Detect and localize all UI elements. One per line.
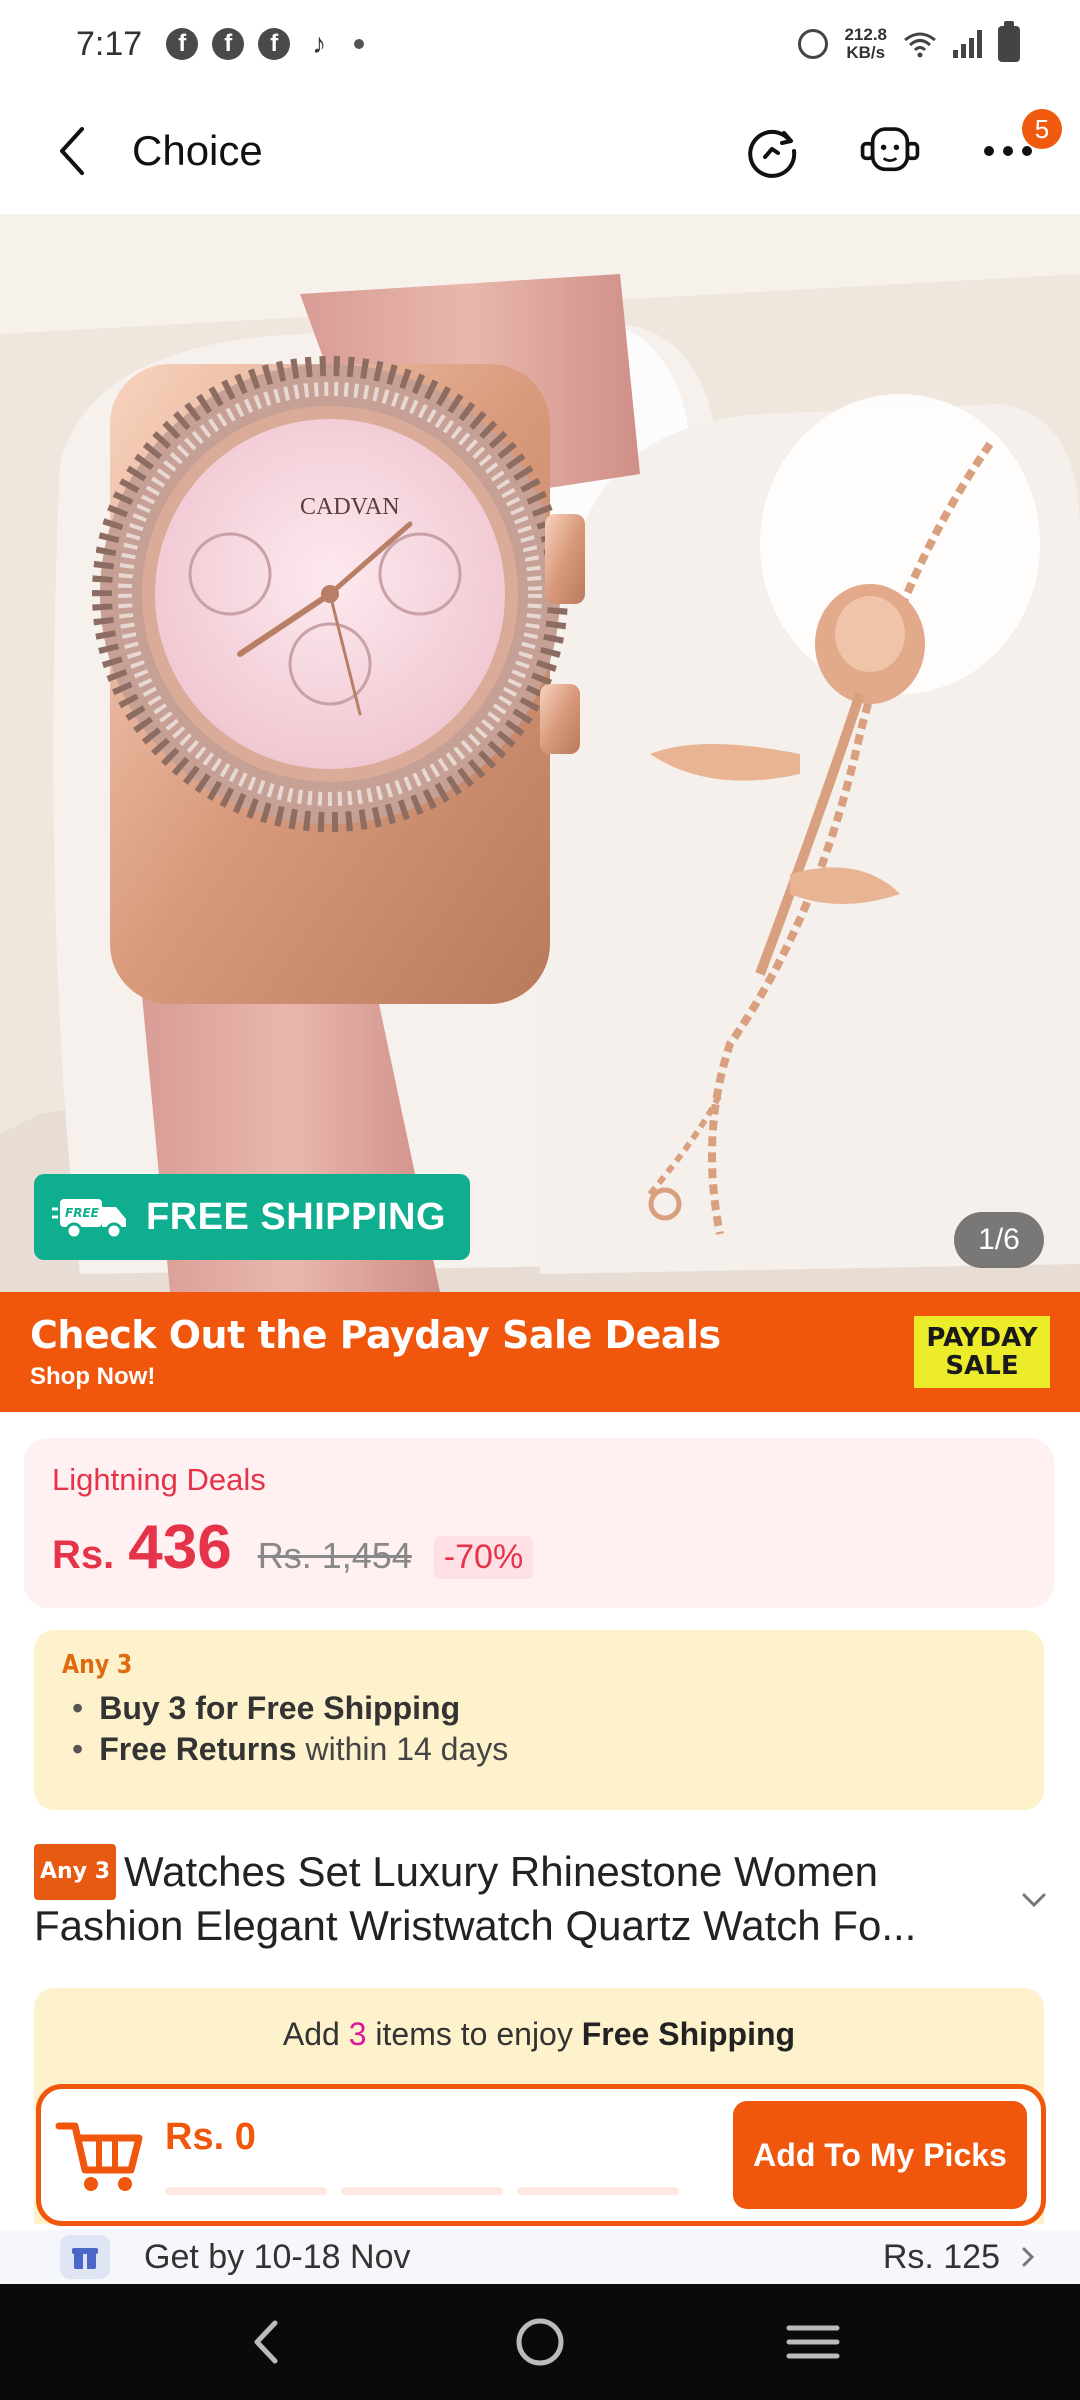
list-item: Buy 3 for Free Shipping	[62, 1690, 1016, 1727]
svg-text:FREE: FREE	[65, 1206, 100, 1220]
customer-service-button[interactable]	[858, 119, 922, 183]
status-right: 212.8 KB/s	[798, 21, 1020, 62]
current-price: 436	[128, 1513, 232, 1582]
payday-tag-line2: SALE	[945, 1351, 1019, 1381]
support-agent-icon	[860, 127, 920, 172]
payday-headline: Check Out the Payday Sale Deals	[30, 1313, 721, 1357]
payday-sale-banner[interactable]: Check Out the Payday Sale Deals Shop Now…	[0, 1292, 1080, 1412]
add-to-my-picks-button[interactable]: Add To My Picks	[733, 2101, 1027, 2209]
delivery-info-icon	[60, 2235, 110, 2279]
battery-icon	[998, 21, 1020, 62]
product-title: Any 3 Watches Set Luxury Rhinestone Women…	[34, 1844, 994, 1952]
top-app-bar: Choice 5	[0, 88, 1080, 214]
notification-icons: f f f ♪	[166, 28, 365, 60]
facebook-icon: f	[258, 28, 291, 60]
price-currency: Rs.	[52, 1533, 115, 1577]
benefit-free-shipping: Buy 3 for Free Shipping	[99, 1690, 461, 1726]
any3-tag: Any 3	[62, 1650, 133, 1680]
nav-back-icon	[254, 2320, 278, 2364]
progress-segment	[517, 2186, 679, 2195]
delivery-row[interactable]: Get by 10-18 Nov Rs. 125	[0, 2230, 1080, 2284]
back-arrow-icon	[60, 127, 84, 175]
lightning-deals-card: Lightning Deals Rs. 436 Rs. 1,454 -70%	[24, 1438, 1054, 1608]
system-navigation-bar	[0, 2284, 1080, 2400]
more-dots-icon	[984, 146, 1032, 156]
product-image-carousel[interactable]: CADVAN FREE FREE SHIPPING 1/6	[0, 214, 1080, 1292]
msg-free-shipping: Free Shipping	[581, 2016, 796, 2052]
more-menu-button[interactable]: 5	[976, 109, 1062, 183]
signal-icon	[953, 30, 982, 58]
header-actions: 5	[740, 109, 1062, 183]
wifi-icon	[904, 32, 936, 58]
chevron-right-icon	[1022, 2247, 1035, 2267]
list-item: Free Returns within 14 days	[62, 1731, 1016, 1768]
net-speed-value: 212.8	[844, 25, 887, 44]
progress-segment	[165, 2186, 327, 2195]
my-picks-bar: Rs. 0 Add To My Picks	[36, 2084, 1046, 2226]
nav-home-button[interactable]	[500, 2302, 580, 2382]
items-needed-count: 3	[348, 2016, 367, 2052]
facebook-icon: f	[212, 28, 245, 60]
nav-home-icon	[516, 2318, 564, 2366]
payday-sale-tag: PAYDAY SALE	[914, 1316, 1050, 1388]
net-speed: 212.8 KB/s	[844, 26, 887, 62]
progress-segment	[341, 2186, 503, 2195]
msg-mid: items to enjoy	[366, 2016, 582, 2052]
any3-promo-box[interactable]: Any 3 Buy 3 for Free Shipping Free Retur…	[34, 1630, 1044, 1810]
chevron-down-icon[interactable]	[1014, 1880, 1054, 1920]
history-icon	[748, 129, 797, 178]
price-row: Rs. 436 Rs. 1,454 -70%	[52, 1512, 1026, 1583]
msg-pre: Add	[282, 2016, 349, 2052]
more-notifications-dot	[354, 39, 365, 49]
product-title-text: Watches Set Luxury Rhinestone Women Fash…	[34, 1848, 917, 1949]
tiktok-icon: ♪	[312, 28, 327, 59]
back-button[interactable]	[40, 119, 104, 183]
status-bar: 7:17 f f f ♪ 212.8 KB/s	[0, 0, 1080, 88]
payday-cta: Shop Now!	[30, 1363, 156, 1390]
svg-text:CADVAN: CADVAN	[300, 494, 400, 520]
original-price: Rs. 1,454	[257, 1535, 412, 1576]
picks-info: Rs. 0	[165, 2116, 733, 2195]
nav-recents-button[interactable]	[773, 2302, 853, 2382]
net-speed-unit: KB/s	[846, 43, 886, 62]
any3-mini-tag: Any 3	[34, 1844, 116, 1900]
nav-back-button[interactable]	[227, 2302, 307, 2382]
product-title-row[interactable]: Any 3 Watches Set Luxury Rhinestone Women…	[34, 1844, 1054, 1954]
truck-icon: FREE	[52, 1199, 126, 1240]
image-counter: 1/6	[954, 1212, 1044, 1268]
delivery-fee: Rs. 125	[882, 2237, 1000, 2276]
product-photo: CADVAN	[0, 214, 1080, 1292]
benefit-returns-detail: within 14 days	[296, 1731, 509, 1767]
nav-recents-icon	[786, 2325, 840, 2359]
free-shipping-label: FREE SHIPPING	[146, 1195, 446, 1238]
delivery-date: Get by 10-18 Nov	[144, 2237, 411, 2276]
history-button[interactable]	[740, 119, 804, 183]
picks-total: Rs. 0	[165, 2115, 256, 2158]
payday-tag-line1: PAYDAY	[926, 1323, 1038, 1353]
free-shipping-badge: FREE FREE SHIPPING	[34, 1174, 470, 1260]
status-time: 7:17	[76, 24, 143, 63]
cart-icon	[55, 2122, 143, 2191]
discount-badge: -70%	[433, 1536, 534, 1579]
alarm-icon	[798, 29, 829, 59]
facebook-icon: f	[166, 28, 199, 60]
add-items-message: Add 3 items to enjoy Free Shipping	[34, 1988, 1044, 2053]
picks-progress	[165, 2186, 733, 2195]
any3-benefits: Buy 3 for Free Shipping Free Returns wit…	[62, 1690, 1016, 1768]
product-page: 7:17 f f f ♪ 212.8 KB/s Choice 5 CADVAN …	[0, 0, 1080, 2400]
benefit-free-returns: Free Returns	[99, 1731, 297, 1767]
page-title: Choice	[132, 127, 263, 174]
lightning-deals-title: Lightning Deals	[52, 1462, 266, 1497]
payday-banner-text: Check Out the Payday Sale Deals Shop Now…	[30, 1313, 721, 1391]
notification-count-badge: 5	[1022, 109, 1062, 149]
